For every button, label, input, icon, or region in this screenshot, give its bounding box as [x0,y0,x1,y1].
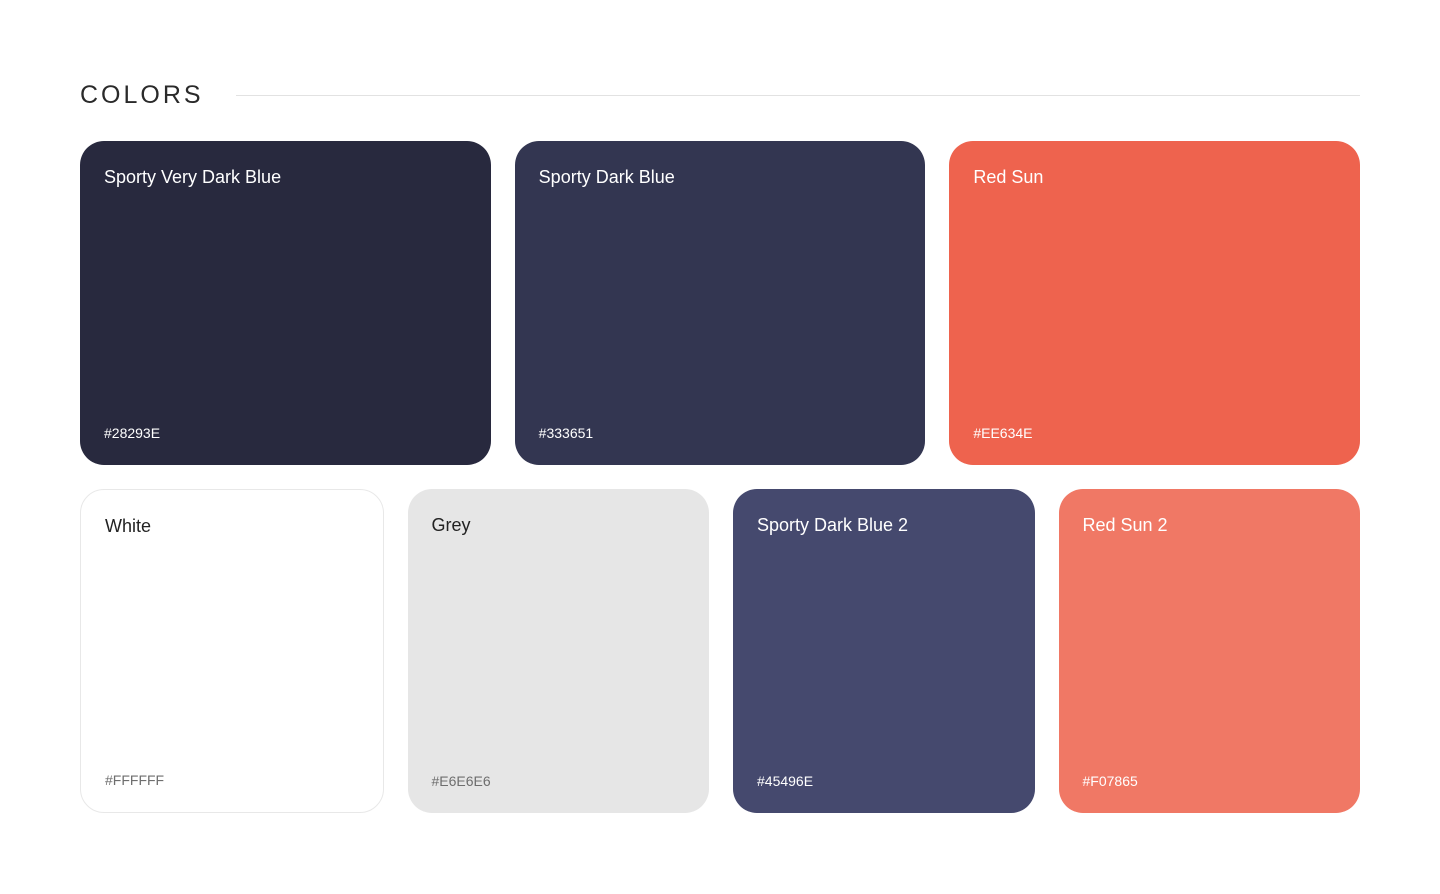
palette-row-secondary: White #FFFFFF Grey #E6E6E6 Sporty Dark B… [80,489,1360,813]
color-swatch-sporty-dark-blue-2: Sporty Dark Blue 2 #45496E [733,489,1035,813]
color-swatch-grey: Grey #E6E6E6 [407,489,709,813]
section-divider [235,94,1360,96]
color-hex-code: #FFFFFF [105,772,165,788]
section-header: COLORS [80,79,1360,111]
color-name: Sporty Very Dark Blue [104,167,282,187]
color-swatch-sporty-very-dark-blue: Sporty Very Dark Blue #28293E [80,141,491,465]
color-name: Grey [431,515,471,535]
color-name: Red Sun 2 [1082,515,1168,535]
color-swatch-red-sun: Red Sun #EE634E [949,141,1361,465]
color-hex-code: #EE634E [973,425,1033,441]
section-title: COLORS [80,81,204,109]
color-hex-code: #333651 [538,425,594,441]
color-name: Sporty Dark Blue [538,167,675,187]
color-hex-code: #F07865 [1082,773,1138,789]
palette-row-primary: Sporty Very Dark Blue #28293E Sporty Dar… [80,141,1361,465]
color-name: Red Sun [973,167,1044,187]
color-hex-code: #28293E [104,425,161,441]
color-hex-code: #45496E [757,773,814,789]
color-name: Sporty Dark Blue 2 [757,515,909,535]
color-swatch-red-sun-2: Red Sun 2 #F07865 [1058,489,1360,813]
color-swatch-sporty-dark-blue: Sporty Dark Blue #333651 [514,141,926,465]
color-hex-code: #E6E6E6 [431,773,491,789]
color-swatch-white: White #FFFFFF [80,489,384,813]
color-name: White [105,516,152,536]
